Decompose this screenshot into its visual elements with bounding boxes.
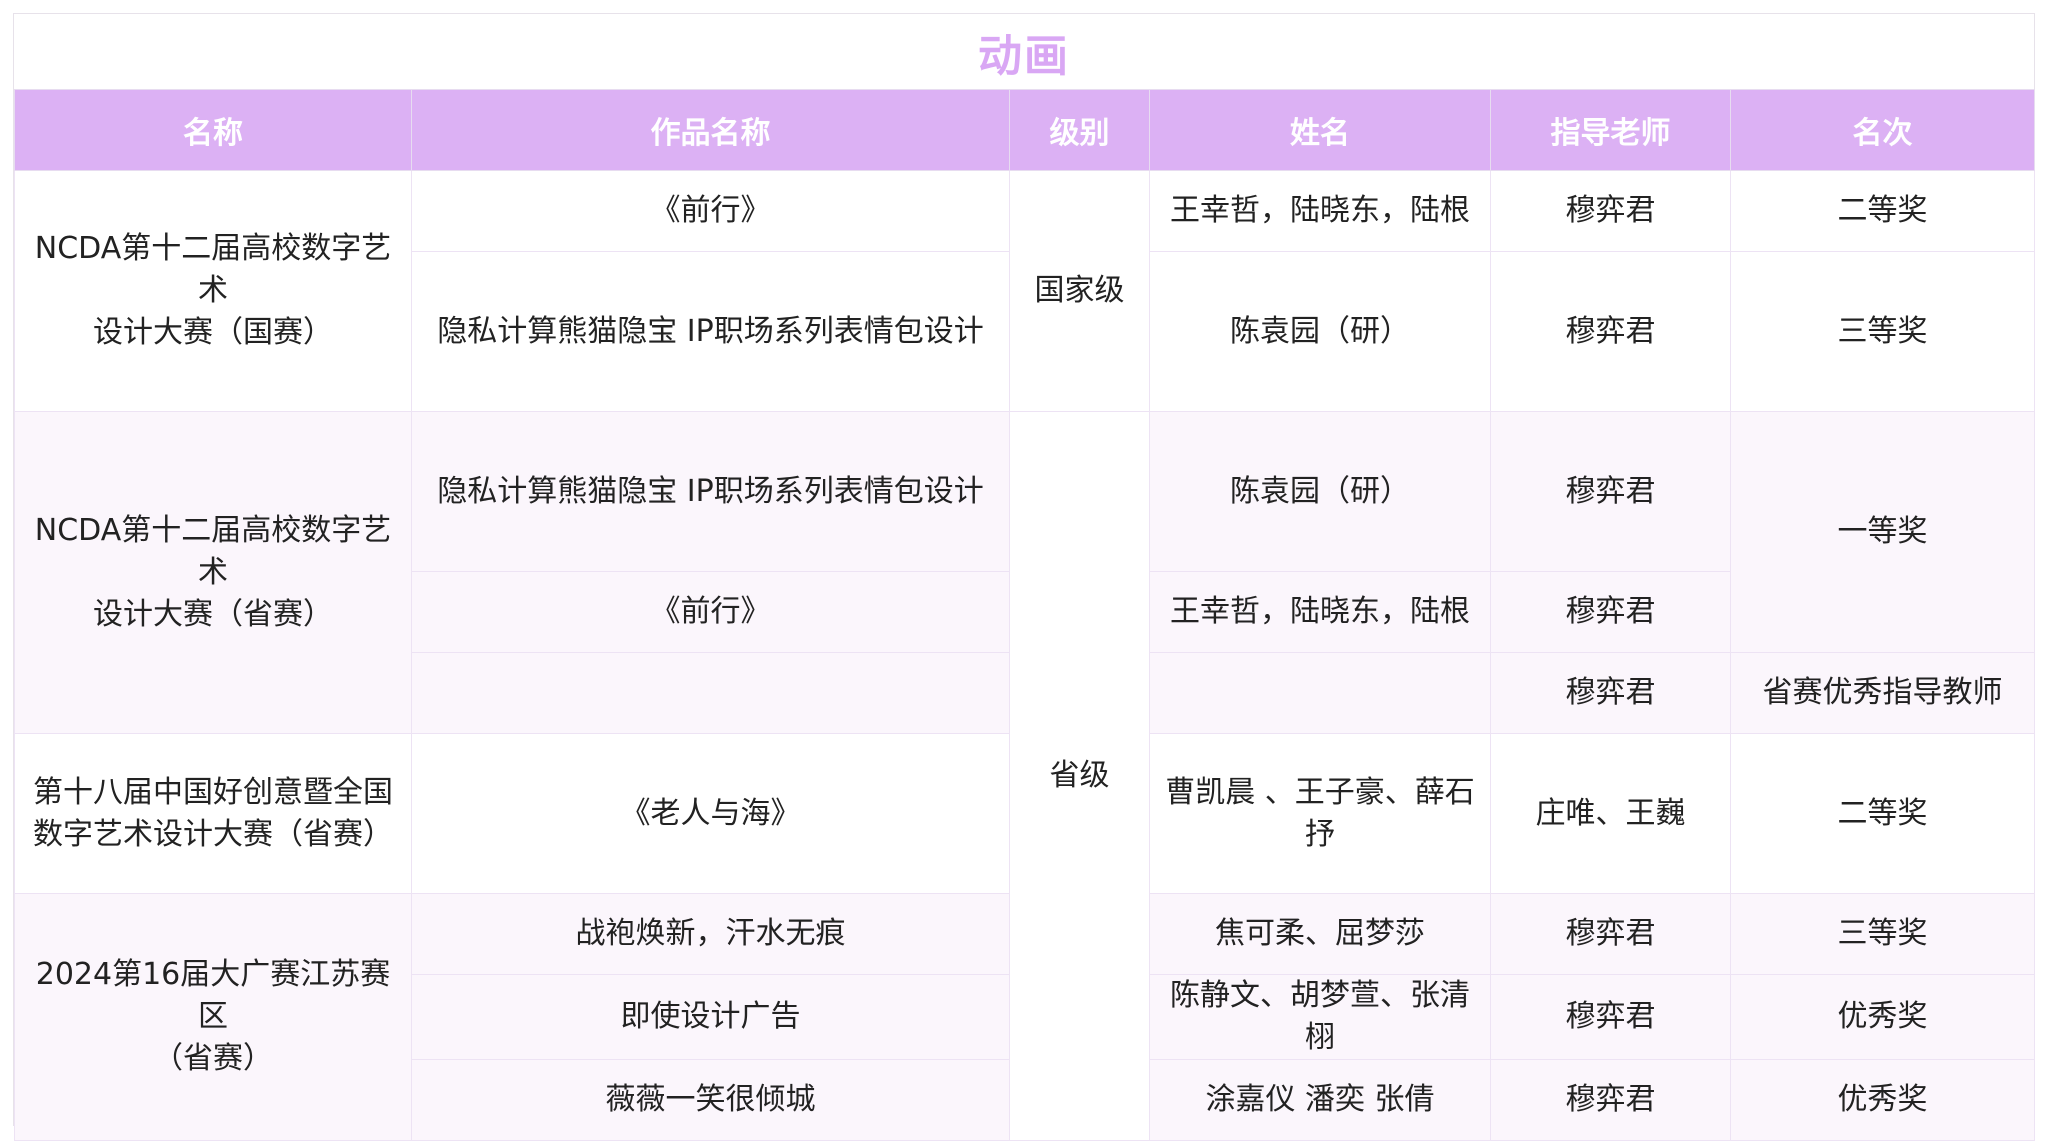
teacher-cell: 穆弈君 <box>1490 652 1731 734</box>
competition-cell: NCDA第十二届高校数字艺术 设计大赛（省赛） <box>14 411 412 734</box>
names-cell: 曹凯晨 、王子豪、薛石抒 <box>1149 733 1491 894</box>
names-cell: 王幸哲，陆晓东，陆根 <box>1149 170 1491 252</box>
rank-cell: 二等奖 <box>1730 170 2035 252</box>
competition-line: 设计大赛（省赛） <box>93 596 333 632</box>
work-cell: 《前行》 <box>411 571 1010 653</box>
rank-cell: 二等奖 <box>1730 733 2035 894</box>
competition-cell: 第十八届中国好创意暨全国 数字艺术设计大赛（省赛） <box>14 733 412 894</box>
rank-cell: 优秀奖 <box>1730 1059 2035 1141</box>
table-row: NCDA第十二届高校数字艺术 设计大赛（国赛） 《前行》 国家级 王幸哲，陆晓东… <box>14 170 2035 412</box>
names-cell: 陈静文、胡梦萱、张清栩 <box>1149 974 1491 1060</box>
rank-cell: 三等奖 <box>1730 893 2035 975</box>
competition-line: 数字艺术设计大赛（省赛） <box>33 816 393 852</box>
header-level: 级别 <box>1009 89 1150 171</box>
teacher-cell: 穆弈君 <box>1490 974 1731 1060</box>
header-row: 名称 作品名称 级别 姓名 指导老师 名次 <box>14 89 2035 171</box>
work-cell: 即使设计广告 <box>411 974 1010 1060</box>
rank-cell: 省赛优秀指导教师 <box>1730 652 2035 734</box>
work-cell: 《老人与海》 <box>411 733 1010 894</box>
awards-table: 名称 作品名称 级别 姓名 指导老师 名次 NCDA第十二届高校数字艺术 设计大… <box>14 89 2035 1141</box>
teacher-cell: 穆弈君 <box>1490 411 1731 572</box>
names-cell: 王幸哲，陆晓东，陆根 <box>1149 571 1491 653</box>
header-rank: 名次 <box>1730 89 2035 171</box>
teacher-cell: 穆弈君 <box>1490 893 1731 975</box>
names-cell: 陈袁园（研） <box>1149 411 1491 572</box>
rank-cell: 三等奖 <box>1730 251 2035 412</box>
competition-line: 设计大赛（国赛） <box>93 315 333 350</box>
header-teacher: 指导老师 <box>1490 89 1731 171</box>
competition-cell: NCDA第十二届高校数字艺术 设计大赛（国赛） <box>14 170 412 412</box>
competition-cell: 2024第16届大广赛江苏赛区 （省赛） <box>14 893 412 1141</box>
work-cell: 《前行》 <box>411 170 1010 252</box>
competition-line: （省赛） <box>153 1041 273 1076</box>
work-cell: 战袍焕新，汗水无痕 <box>411 893 1010 975</box>
competition-line: 第十八届中国好创意暨全国 <box>33 774 393 810</box>
competition-line: NCDA第十二届高校数字艺术 <box>34 512 392 590</box>
rank-cell: 优秀奖 <box>1730 974 2035 1060</box>
header-work-title: 作品名称 <box>411 89 1010 171</box>
header-competition: 名称 <box>14 89 412 171</box>
teacher-cell: 穆弈君 <box>1490 1059 1731 1141</box>
names-cell: 陈袁园（研） <box>1149 251 1491 412</box>
awards-table-frame: 动画 名称 作品名称 级别 姓名 指导老师 名次 NCDA第十二届高校数字艺术 <box>13 13 2035 1141</box>
names-cell: 涂嘉仪 潘奕 张倩 <box>1149 1059 1491 1141</box>
table-row: NCDA第十二届高校数字艺术 设计大赛（省赛） 隐私计算熊猫隐宝 IP职场系列表… <box>14 411 2035 1141</box>
teacher-cell: 穆弈君 <box>1490 571 1731 653</box>
teacher-cell: 庄唯、王巍 <box>1490 733 1731 894</box>
work-cell <box>411 652 1010 734</box>
names-cell <box>1149 652 1491 734</box>
teacher-cell: 穆弈君 <box>1490 251 1731 412</box>
table-title: 动画 <box>978 30 1070 82</box>
work-cell: 薇薇一笑很倾城 <box>411 1059 1010 1141</box>
names-cell: 焦可柔、屈梦莎 <box>1149 893 1491 975</box>
competition-line: NCDA第十二届高校数字艺术 <box>34 231 392 308</box>
header-names: 姓名 <box>1149 89 1491 171</box>
level-cell: 国家级 <box>1009 170 1150 412</box>
level-cell: 省级 <box>1009 411 1150 1141</box>
competition-line: 2024第16届大广赛江苏赛区 <box>35 957 391 1034</box>
work-cell: 隐私计算熊猫隐宝 IP职场系列表情包设计 <box>411 411 1010 572</box>
rank-cell: 一等奖 <box>1730 411 2035 653</box>
work-cell: 隐私计算熊猫隐宝 IP职场系列表情包设计 <box>411 251 1010 412</box>
teacher-cell: 穆弈君 <box>1490 170 1731 252</box>
